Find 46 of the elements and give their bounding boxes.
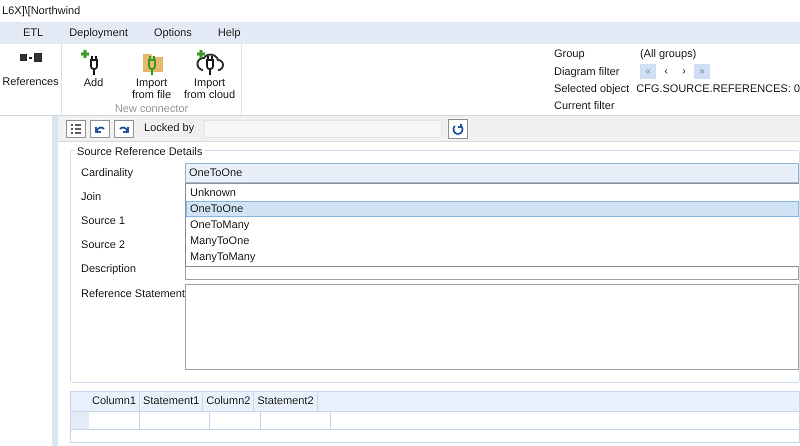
references-button[interactable]: References <box>2 74 59 90</box>
dropdown-option[interactable]: Unknown <box>186 185 799 201</box>
list-icon <box>70 124 82 134</box>
info-label: Current filter <box>554 99 616 114</box>
column-header[interactable]: Statement2 <box>254 392 318 411</box>
menu-item[interactable]: Deployment <box>68 24 129 42</box>
nav-button[interactable]: ‹ <box>658 64 674 80</box>
ribbon-button[interactable]: Add <box>68 48 120 101</box>
undo-button[interactable] <box>90 120 110 138</box>
column-header[interactable]: Statement1 <box>140 392 204 411</box>
redo-icon <box>119 124 129 132</box>
info-value: (All groups) <box>640 47 696 62</box>
dropdown-option[interactable]: ManyToOne <box>186 233 799 249</box>
window-title: L6X]\[Northwind <box>1 4 82 19</box>
references-icon <box>18 52 42 64</box>
locked-by-label: Locked by <box>144 121 196 136</box>
info-label: Diagram filter <box>554 64 620 80</box>
dropdown-option[interactable]: ManyToMany <box>186 249 799 265</box>
info-label: Group <box>554 47 586 62</box>
menu-item[interactable]: Options <box>152 24 193 42</box>
dropdown-option[interactable]: OneToMany <box>186 217 799 233</box>
field-label: Source 1 <box>81 214 126 229</box>
info-label: Selected object <box>554 82 630 97</box>
refresh-button[interactable] <box>448 118 468 138</box>
column-header[interactable]: Column2 <box>203 392 254 411</box>
undo-icon <box>95 124 105 132</box>
column-header[interactable]: Column1 <box>89 392 140 411</box>
redo-button[interactable] <box>114 120 134 138</box>
ribbon-button[interactable]: Import from file <box>126 48 178 101</box>
menu-item[interactable]: Help <box>216 24 242 42</box>
group-label: New connector <box>114 102 188 117</box>
statement-field[interactable] <box>185 284 799 370</box>
refresh-icon <box>452 122 464 134</box>
ribbon-button[interactable]: Import from cloud <box>184 48 236 101</box>
cardinality-dropdown[interactable]: OneToOne <box>185 163 799 183</box>
field-label: Description <box>81 262 138 277</box>
field-label: Join <box>81 190 102 205</box>
field-label: Cardinality <box>81 166 134 181</box>
dropdown-option[interactable]: OneToOne <box>186 201 799 217</box>
list-button[interactable] <box>66 120 86 138</box>
nav-button[interactable]: › <box>676 64 692 80</box>
menu-item[interactable]: ETL <box>22 24 44 42</box>
field-label: Source 2 <box>81 238 126 253</box>
field-label: Reference Statement <box>81 287 185 302</box>
cloud-plug-icon <box>194 48 224 76</box>
info-value: CFG.SOURCE.REFERENCES: 0 <box>636 82 800 97</box>
